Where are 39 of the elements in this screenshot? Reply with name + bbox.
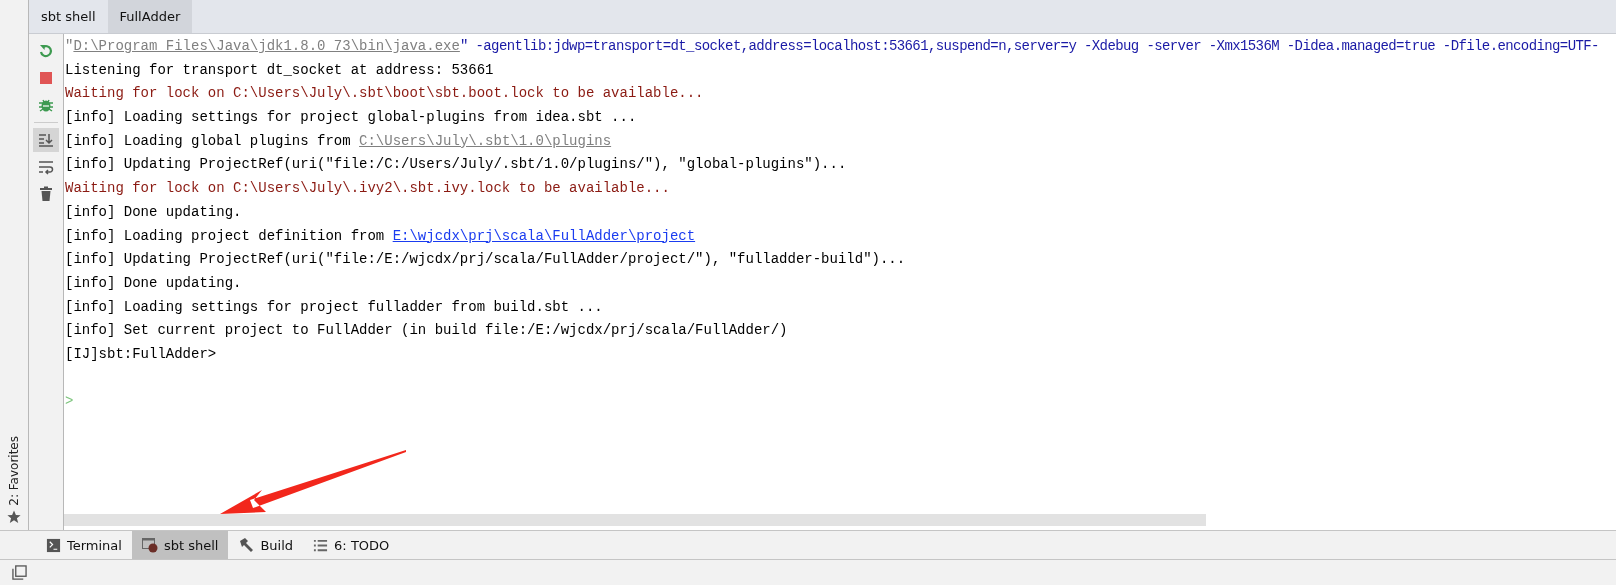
terminal-icon: [46, 537, 61, 553]
trash-icon: [38, 186, 54, 202]
rerun-icon: [38, 43, 54, 59]
tool-window-tab[interactable]: Terminal: [36, 531, 132, 559]
console-text: Waiting for lock on C:\Users\July\.sbt\boot\sbt.boot.lock to be available...: [65, 85, 704, 102]
console-text: [info] Set current project to FullAdder (in build file:/E:/wjcdx/prj/scala/FullAdder/): [65, 322, 788, 339]
tool-window-tab[interactable]: Build: [228, 531, 304, 559]
tool-window-toggle-icon[interactable]: [12, 565, 27, 580]
scroll-to-end-icon: [38, 132, 54, 148]
tool-window-tab[interactable]: sbt shell: [131, 531, 229, 559]
tool-window-tab[interactable]: 6: TODO: [303, 531, 400, 559]
soft-wrap-icon: [38, 159, 54, 175]
console-text: Waiting for lock on C:\Users\July\.ivy2\.sbt.ivy.lock to be available...: [65, 180, 670, 197]
bug-icon: [38, 97, 54, 113]
console-text: [info] Updating ProjectRef(uri("file:/C:/Users/July/.sbt/1.0/plugins/"), "global-plugins")...: [65, 156, 847, 173]
console-text: [info] Loading project definition from: [65, 227, 386, 244]
stop-icon: [38, 70, 54, 86]
console-text: [info] Loading settings for project fulladder from build.sbt ...: [65, 298, 603, 315]
list-icon: [313, 537, 329, 553]
console-text: [info] Done updating.: [65, 274, 242, 291]
scroll-to-end-button[interactable]: [33, 128, 59, 152]
console-link[interactable]: C:\Users\July\.sbt\1.0\plugins: [359, 132, 612, 149]
console-text: [info] Done updating.: [65, 203, 242, 220]
input-prompt: >: [65, 393, 74, 410]
hammer-icon: [238, 537, 255, 553]
console-link[interactable]: D:\Program Files\Java\jdk1.8.0_73\bin\java.exe: [73, 38, 460, 54]
star-icon: [7, 510, 21, 524]
console-text: [info] Loading settings for project global-plugins from idea.sbt ...: [65, 109, 637, 126]
console-text: " -agentlib:jdwp=transport=dt_socket,address=localhost:53661,suspend=n,server=y -Xdebug -server -Xmx1536M -Didea.managed=true -Dfile.encoding=UTF-: [459, 38, 1599, 54]
console-text: [info] Loading global plugins from: [65, 132, 352, 149]
console-text: Listening for transport dt_socket at address: 53661: [65, 61, 494, 78]
favorites-tab[interactable]: 2: Favorites: [0, 436, 28, 530]
console-link[interactable]: E:\wjcdx\prj\scala\FullAdder\project: [392, 227, 696, 244]
horizontal-scrollbar[interactable]: [64, 514, 1206, 526]
console-text: [IJ]sbt:FullAdder>: [65, 345, 217, 362]
content-tab[interactable]: FullAdder: [107, 0, 193, 33]
console-window-icon: [141, 537, 158, 553]
console-text: ": [65, 38, 74, 54]
console-text: [info] Updating ProjectRef(uri("file:/E:/wjcdx/prj/scala/FullAdder/project/"), "fulladder-build")...: [65, 251, 906, 268]
